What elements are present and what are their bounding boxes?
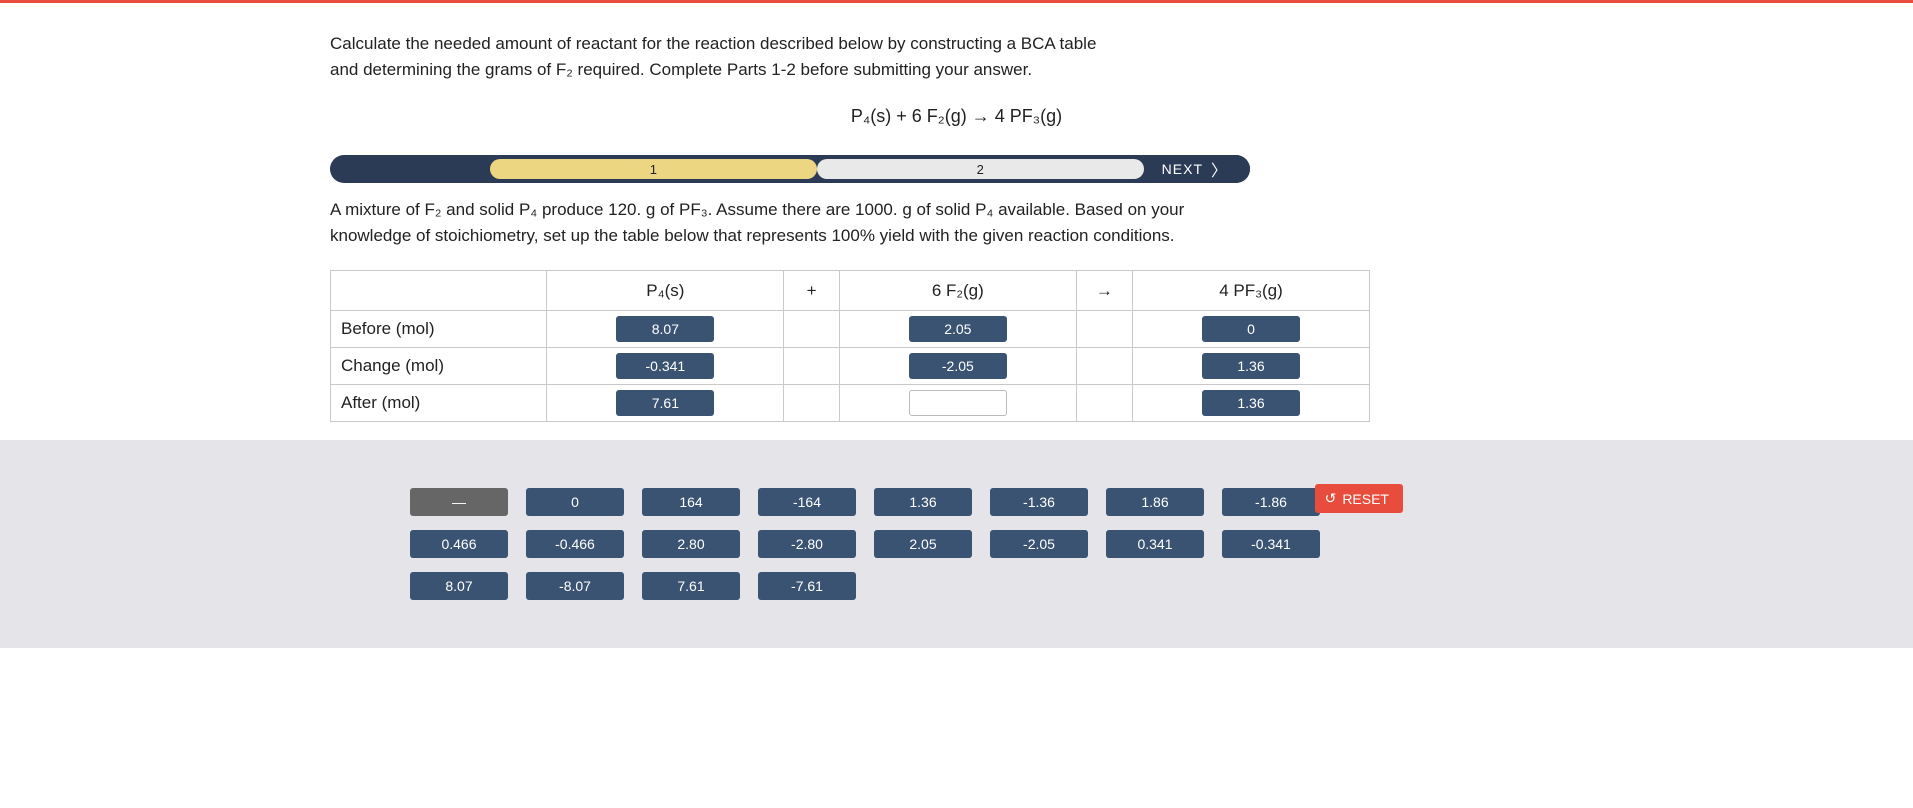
option-tile-used[interactable]: — <box>410 488 508 516</box>
table-row-change: Change (mol) -0.341 -2.05 1.36 <box>331 348 1370 385</box>
cell-change-f2[interactable]: -2.05 <box>839 348 1076 385</box>
option-tile[interactable]: 0 <box>526 488 624 516</box>
tile-value[interactable]: 0 <box>1202 316 1300 342</box>
option-tile[interactable]: -2.80 <box>758 530 856 558</box>
option-tile[interactable]: 0.341 <box>1106 530 1204 558</box>
cell-change-pf3[interactable]: 1.36 <box>1133 348 1370 385</box>
cell-after-pf3[interactable]: 1.36 <box>1133 385 1370 422</box>
cell-after-p4[interactable]: 7.61 <box>547 385 784 422</box>
table-row-after: After (mol) 7.61 1.36 <box>331 385 1370 422</box>
table-corner-blank <box>331 271 547 311</box>
step-1-tab[interactable]: 1 <box>490 159 817 179</box>
col-header-p4: P₄(s) <box>547 271 784 311</box>
options-row-1: — 0 164 -164 1.36 -1.36 1.86 -1.86 <box>410 488 1583 516</box>
row-label-change: Change (mol) <box>331 348 547 385</box>
table-row-before: Before (mol) 8.07 2.05 0 <box>331 311 1370 348</box>
option-tile[interactable]: 164 <box>642 488 740 516</box>
cell-before-pf3[interactable]: 0 <box>1133 311 1370 348</box>
reset-button[interactable]: ↺ RESET <box>1315 484 1403 513</box>
empty-drop-slot[interactable] <box>909 390 1007 416</box>
option-tile[interactable]: 2.80 <box>642 530 740 558</box>
answer-options-panel: ↺ RESET — 0 164 -164 1.36 -1.36 1.86 -1.… <box>0 440 1913 648</box>
step-progress-bar: 1 2 NEXT 〉 <box>330 155 1250 183</box>
col-header-f2: 6 F₂(g) <box>839 271 1076 311</box>
options-row-3: 8.07 -8.07 7.61 -7.61 <box>410 572 1583 600</box>
option-tile[interactable]: -7.61 <box>758 572 856 600</box>
tile-value[interactable]: 1.36 <box>1202 390 1300 416</box>
tile-value[interactable]: 8.07 <box>616 316 714 342</box>
tile-value[interactable]: 1.36 <box>1202 353 1300 379</box>
option-tile[interactable]: -8.07 <box>526 572 624 600</box>
col-plus: + <box>784 271 840 311</box>
next-label: NEXT <box>1162 161 1203 177</box>
instructions-text: Calculate the needed amount of reactant … <box>330 31 1110 82</box>
row-label-before: Before (mol) <box>331 311 547 348</box>
option-tile[interactable]: 0.466 <box>410 530 508 558</box>
cell-change-p4[interactable]: -0.341 <box>547 348 784 385</box>
col-header-pf3: 4 PF₃(g) <box>1133 271 1370 311</box>
part-question-text: A mixture of F₂ and solid P₄ produce 120… <box>330 197 1250 248</box>
step-2-tab[interactable]: 2 <box>817 159 1144 179</box>
tile-value[interactable]: 7.61 <box>616 390 714 416</box>
option-tile[interactable]: 2.05 <box>874 530 972 558</box>
row-label-after: After (mol) <box>331 385 547 422</box>
option-tile[interactable]: 1.86 <box>1106 488 1204 516</box>
option-tile[interactable]: 7.61 <box>642 572 740 600</box>
option-tile[interactable]: -0.466 <box>526 530 624 558</box>
option-tile[interactable]: 8.07 <box>410 572 508 600</box>
chemical-equation: P₄(s) + 6 F₂(g) → 4 PF₃(g) <box>330 106 1583 127</box>
option-tile[interactable]: -1.86 <box>1222 488 1320 516</box>
tile-value[interactable]: -2.05 <box>909 353 1007 379</box>
cell-after-f2[interactable] <box>839 385 1076 422</box>
option-tile[interactable]: -2.05 <box>990 530 1088 558</box>
cell-before-f2[interactable]: 2.05 <box>839 311 1076 348</box>
undo-icon: ↺ <box>1325 490 1337 507</box>
reset-label: RESET <box>1342 491 1389 507</box>
option-tile[interactable]: -0.341 <box>1222 530 1320 558</box>
option-tile[interactable]: -164 <box>758 488 856 516</box>
option-tile[interactable]: -1.36 <box>990 488 1088 516</box>
bca-table: P₄(s) + 6 F₂(g) → 4 PF₃(g) Before (mol) … <box>330 270 1370 422</box>
chevron-right-icon: 〉 <box>1211 157 1228 181</box>
cell-before-p4[interactable]: 8.07 <box>547 311 784 348</box>
tile-value[interactable]: -0.341 <box>616 353 714 379</box>
col-arrow: → <box>1076 271 1132 311</box>
options-row-2: 0.466 -0.466 2.80 -2.80 2.05 -2.05 0.341… <box>410 530 1583 558</box>
option-tile[interactable]: 1.36 <box>874 488 972 516</box>
tile-value[interactable]: 2.05 <box>909 316 1007 342</box>
next-button[interactable]: NEXT 〉 <box>1144 155 1250 183</box>
